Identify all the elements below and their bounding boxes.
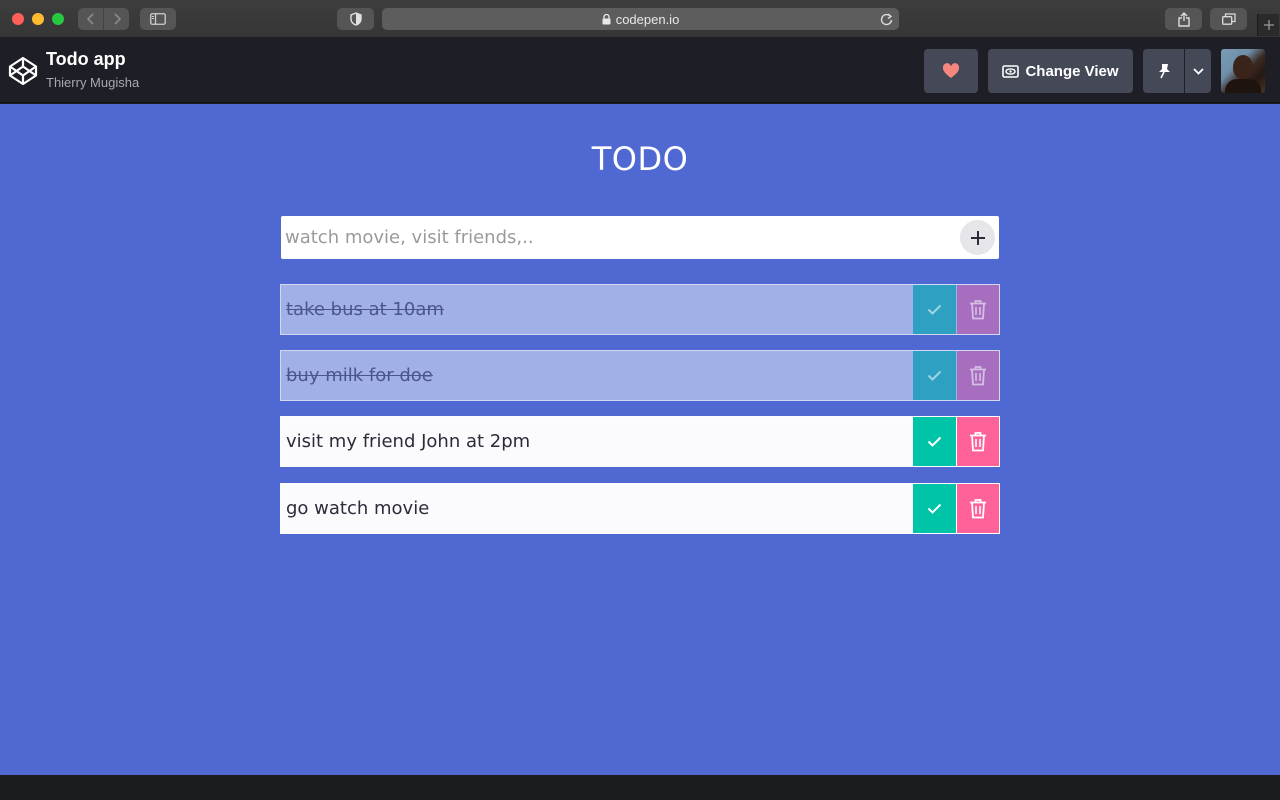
page-title: TODO	[591, 140, 689, 178]
heart-icon	[942, 63, 960, 78]
history-nav	[78, 8, 129, 30]
chevron-left-icon	[86, 13, 94, 25]
todo-item: go watch movie	[280, 483, 1000, 534]
change-view-button[interactable]: Change View	[988, 49, 1133, 93]
add-todo-button[interactable]	[960, 220, 995, 255]
trash-icon	[970, 432, 986, 452]
todo-input[interactable]	[285, 216, 955, 259]
todo-item: take bus at 10am	[280, 284, 1000, 335]
plus-icon	[970, 230, 985, 245]
close-window-button[interactable]	[12, 13, 24, 25]
check-icon	[927, 503, 942, 514]
plus-icon	[1263, 20, 1274, 30]
change-view-label: Change View	[1025, 62, 1119, 80]
check-icon	[927, 370, 942, 381]
tab-overview-button[interactable]	[1210, 8, 1247, 30]
delete-button[interactable]	[957, 417, 999, 466]
chevron-down-icon	[1192, 67, 1204, 75]
pen-author[interactable]: Thierry Mugisha	[46, 75, 139, 90]
complete-button[interactable]	[913, 285, 956, 334]
complete-button[interactable]	[913, 484, 956, 533]
check-icon	[927, 436, 942, 447]
chevron-right-icon	[113, 13, 121, 25]
address-bar[interactable]: codepen.io	[382, 8, 899, 30]
delete-button[interactable]	[957, 285, 999, 334]
check-icon	[927, 304, 942, 315]
trash-icon	[970, 300, 986, 320]
forward-button[interactable]	[103, 8, 129, 30]
tabs-icon	[1221, 13, 1236, 25]
pen-title[interactable]: Todo app	[46, 49, 126, 70]
reload-icon[interactable]	[880, 12, 893, 29]
pin-icon	[1158, 64, 1170, 79]
todo-text: take bus at 10am	[286, 299, 444, 320]
delete-button[interactable]	[957, 351, 999, 400]
browser-toolbar: codepen.io	[0, 0, 1280, 38]
todo-input-form	[281, 216, 999, 259]
pin-button[interactable]	[1143, 49, 1184, 93]
todo-text: go watch movie	[286, 498, 430, 519]
share-icon	[1177, 11, 1190, 27]
user-avatar[interactable]	[1221, 49, 1265, 93]
url-text: codepen.io	[615, 11, 680, 27]
zoom-window-button[interactable]	[52, 13, 64, 25]
codepen-footer	[0, 775, 1280, 800]
pin-menu-button[interactable]	[1185, 49, 1211, 93]
todo-text: visit my friend John at 2pm	[286, 431, 531, 452]
trash-icon	[970, 499, 986, 519]
trash-icon	[970, 366, 986, 386]
codepen-logo-icon[interactable]	[8, 56, 38, 91]
share-button[interactable]	[1165, 8, 1202, 30]
delete-button[interactable]	[957, 484, 999, 533]
todo-item: buy milk for doe	[280, 350, 1000, 401]
codepen-header: Todo app Thierry Mugisha Change View	[0, 38, 1280, 103]
love-button[interactable]	[924, 49, 978, 93]
todo-text: buy milk for doe	[286, 365, 433, 386]
back-button[interactable]	[78, 8, 103, 30]
todo-item: visit my friend John at 2pm	[280, 416, 1000, 467]
minimize-window-button[interactable]	[32, 13, 44, 25]
privacy-report-button[interactable]	[337, 8, 374, 30]
todo-app: TODO take bus at 10am buy milk for doe v…	[0, 104, 1280, 775]
sidebar-icon	[150, 13, 166, 25]
new-tab-button[interactable]	[1257, 14, 1279, 36]
complete-button[interactable]	[913, 351, 956, 400]
complete-button[interactable]	[913, 417, 956, 466]
lock-icon	[602, 13, 611, 25]
sidebar-toggle-button[interactable]	[140, 8, 176, 30]
shield-icon	[349, 12, 362, 26]
eye-icon	[1002, 64, 1020, 78]
